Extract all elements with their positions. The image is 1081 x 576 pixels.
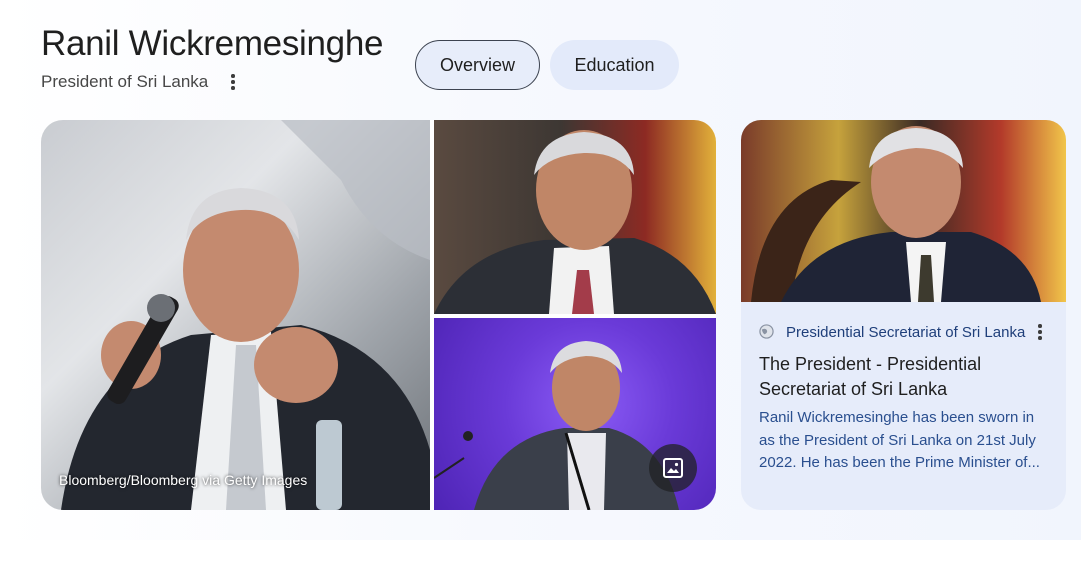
image-icon xyxy=(663,458,683,478)
more-images-button[interactable] xyxy=(649,444,697,492)
tab-education[interactable]: Education xyxy=(550,40,679,90)
entity-subtitle: President of Sri Lanka xyxy=(41,72,209,91)
image-credit: Bloomberg/Bloomberg via Getty Images xyxy=(59,472,308,488)
tab-overview[interactable]: Overview xyxy=(415,40,540,90)
source-row[interactable]: Presidential Secretariat of Sri Lanka xyxy=(759,322,1059,342)
photo-speaking-with-microphone[interactable] xyxy=(41,120,430,510)
globe-icon xyxy=(759,324,774,339)
source-name: Presidential Secretariat of Sri Lanka xyxy=(786,324,1026,341)
source-result-card[interactable]: Presidential Secretariat of Sri Lanka Th… xyxy=(741,120,1066,510)
more-options-icon[interactable] xyxy=(1030,322,1050,342)
image-gallery: Bloomberg/Bloomberg via Getty Images xyxy=(41,120,716,510)
source-thumbnail xyxy=(741,120,1066,302)
result-snippet: Ranil Wickremesinghe has been sworn in a… xyxy=(759,409,1040,471)
knowledge-panel: Ranil Wickremesinghe President of Sri La… xyxy=(0,0,1081,540)
more-options-icon[interactable] xyxy=(223,72,243,92)
result-title[interactable]: The President - Presidential Secretariat… xyxy=(759,352,1049,402)
photo-portrait-with-flag[interactable] xyxy=(434,120,716,314)
entity-title: Ranil Wickremesinghe xyxy=(41,24,384,63)
